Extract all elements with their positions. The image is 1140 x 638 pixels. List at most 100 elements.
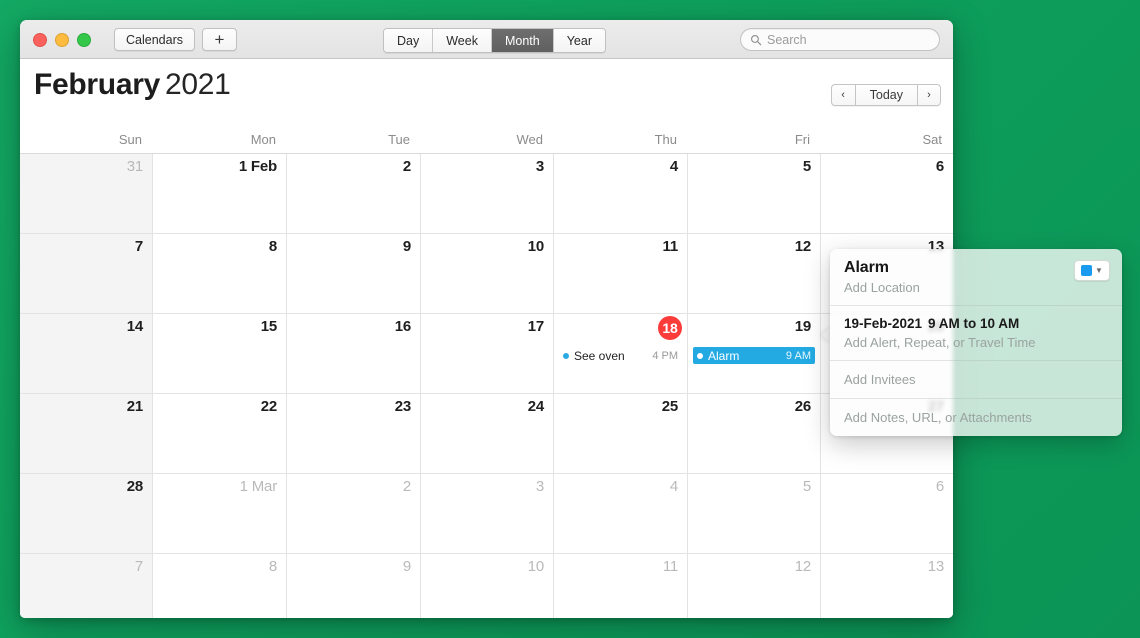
- day-number: 31: [126, 158, 144, 175]
- day-cell[interactable]: 4: [554, 474, 688, 554]
- minimize-button[interactable]: [55, 33, 69, 47]
- day-cell[interactable]: 1 Mar: [153, 474, 287, 554]
- day-cell[interactable]: 24: [421, 394, 554, 474]
- day-number: 9: [402, 558, 411, 575]
- popover-invitees-section: Add Invitees: [830, 361, 1122, 399]
- day-number: 12: [794, 238, 812, 255]
- day-cell[interactable]: 5: [688, 474, 821, 554]
- color-swatch-icon: [1081, 265, 1093, 276]
- tab-year[interactable]: Year: [553, 29, 605, 52]
- calendar-color-picker[interactable]: ▼: [1074, 260, 1110, 281]
- day-number: 5: [802, 158, 811, 175]
- today-button[interactable]: Today: [854, 84, 917, 106]
- day-cell[interactable]: 10: [421, 554, 554, 618]
- popover-time-range: 9 AM to 10 AM: [928, 316, 1020, 331]
- day-number: 21: [126, 398, 144, 415]
- day-cell[interactable]: 11: [554, 234, 688, 314]
- day-number: 2: [402, 478, 411, 495]
- day-cell[interactable]: 31: [20, 154, 153, 234]
- month-grid: 31 1 Feb 2 3 4 5 6 7 8 9 10 11 12 13 14 15 16 17 18 See ove…: [20, 154, 953, 618]
- day-number: 4: [669, 478, 678, 495]
- day-cell[interactable]: 11: [554, 554, 688, 618]
- day-cell[interactable]: 2: [287, 474, 421, 554]
- weekday-header-sat: Sat: [922, 131, 942, 147]
- calendar-event[interactable]: See oven 4 PM: [559, 347, 682, 364]
- day-number: 2: [402, 158, 411, 175]
- day-cell[interactable]: 3: [421, 154, 554, 234]
- day-cell[interactable]: 14: [20, 314, 153, 394]
- popover-alert-field[interactable]: Add Alert, Repeat, or Travel Time: [844, 335, 1108, 350]
- title-month: February: [34, 68, 160, 101]
- day-cell[interactable]: 28: [20, 474, 153, 554]
- day-number: 5: [802, 478, 811, 495]
- popover-location-field[interactable]: Add Location: [844, 280, 1108, 295]
- title-year: 2021: [164, 68, 231, 101]
- search-input[interactable]: Search: [740, 28, 940, 51]
- day-number: 24: [527, 398, 545, 415]
- day-cell[interactable]: 23: [287, 394, 421, 474]
- day-cell[interactable]: 16: [287, 314, 421, 394]
- day-cell[interactable]: 19 Alarm 9 AM: [688, 314, 821, 394]
- day-cell[interactable]: 7: [20, 554, 153, 618]
- day-number: 7: [134, 558, 143, 575]
- popover-event-title[interactable]: Alarm: [844, 259, 1108, 277]
- day-cell[interactable]: 12: [688, 234, 821, 314]
- day-cell[interactable]: 15: [153, 314, 287, 394]
- day-number: 10: [527, 238, 545, 255]
- page-title: February 2021: [34, 68, 231, 102]
- weekday-header-sun: Sun: [118, 131, 142, 147]
- day-cell[interactable]: 8: [153, 554, 287, 618]
- day-number: 22: [260, 398, 278, 415]
- previous-month-button[interactable]: ‹: [830, 84, 855, 106]
- day-number: 8: [268, 558, 277, 575]
- day-cell[interactable]: 10: [421, 234, 554, 314]
- day-number: 25: [661, 398, 679, 415]
- day-cell[interactable]: 26: [688, 394, 821, 474]
- next-month-button[interactable]: ›: [917, 84, 941, 106]
- day-number: 26: [794, 398, 812, 415]
- popover-datetime[interactable]: 19-Feb-2021 9 AM to 10 AM: [844, 316, 1108, 331]
- event-detail-popover[interactable]: Alarm Add Location ▼ 19-Feb-2021 9 AM to …: [830, 249, 1122, 436]
- day-cell[interactable]: 9: [287, 234, 421, 314]
- day-cell[interactable]: 13: [821, 554, 953, 618]
- day-cell[interactable]: 9: [287, 554, 421, 618]
- tab-month[interactable]: Month: [491, 29, 554, 52]
- day-cell[interactable]: 3: [421, 474, 554, 554]
- day-number: 23: [394, 398, 412, 415]
- day-number: 16: [394, 318, 412, 335]
- day-cell[interactable]: 25: [554, 394, 688, 474]
- tab-day[interactable]: Day: [384, 29, 434, 52]
- calendar-event[interactable]: Alarm 9 AM: [693, 347, 815, 364]
- day-cell[interactable]: 17: [421, 314, 554, 394]
- zoom-button[interactable]: [77, 33, 91, 47]
- popover-date: 19-Feb-2021: [844, 316, 923, 331]
- day-number: 11: [662, 238, 679, 255]
- day-number: 1 Mar: [239, 478, 278, 495]
- day-cell[interactable]: 18 See oven 4 PM: [554, 314, 688, 394]
- add-event-button[interactable]: +: [202, 28, 237, 51]
- popover-datetime-section: 19-Feb-2021 9 AM to 10 AM Add Alert, Repe…: [830, 306, 1122, 361]
- day-cell[interactable]: 4: [554, 154, 688, 234]
- day-cell[interactable]: 21: [20, 394, 153, 474]
- tab-week[interactable]: Week: [433, 29, 492, 52]
- weekday-header-fri: Fri: [794, 131, 810, 147]
- popover-notes-section: Add Notes, URL, or Attachments: [830, 399, 1122, 436]
- day-cell[interactable]: 5: [688, 154, 821, 234]
- day-number: 14: [126, 318, 144, 335]
- day-cell[interactable]: 22: [153, 394, 287, 474]
- event-title: See oven: [574, 348, 625, 363]
- day-number: 17: [527, 318, 545, 335]
- popover-notes-field[interactable]: Add Notes, URL, or Attachments: [844, 410, 1108, 425]
- day-cell[interactable]: 6: [821, 474, 953, 554]
- view-segmented-control[interactable]: Day Week Month Year: [383, 28, 606, 53]
- day-cell[interactable]: 8: [153, 234, 287, 314]
- day-cell[interactable]: 2: [287, 154, 421, 234]
- day-cell[interactable]: 6: [821, 154, 953, 234]
- day-cell[interactable]: 1 Feb: [153, 154, 287, 234]
- close-button[interactable]: [33, 33, 47, 47]
- day-cell[interactable]: 7: [20, 234, 153, 314]
- popover-invitees-field[interactable]: Add Invitees: [844, 372, 1108, 387]
- day-cell[interactable]: 12: [688, 554, 821, 618]
- event-time: 9 AM: [785, 349, 811, 362]
- calendars-button[interactable]: Calendars: [114, 28, 195, 51]
